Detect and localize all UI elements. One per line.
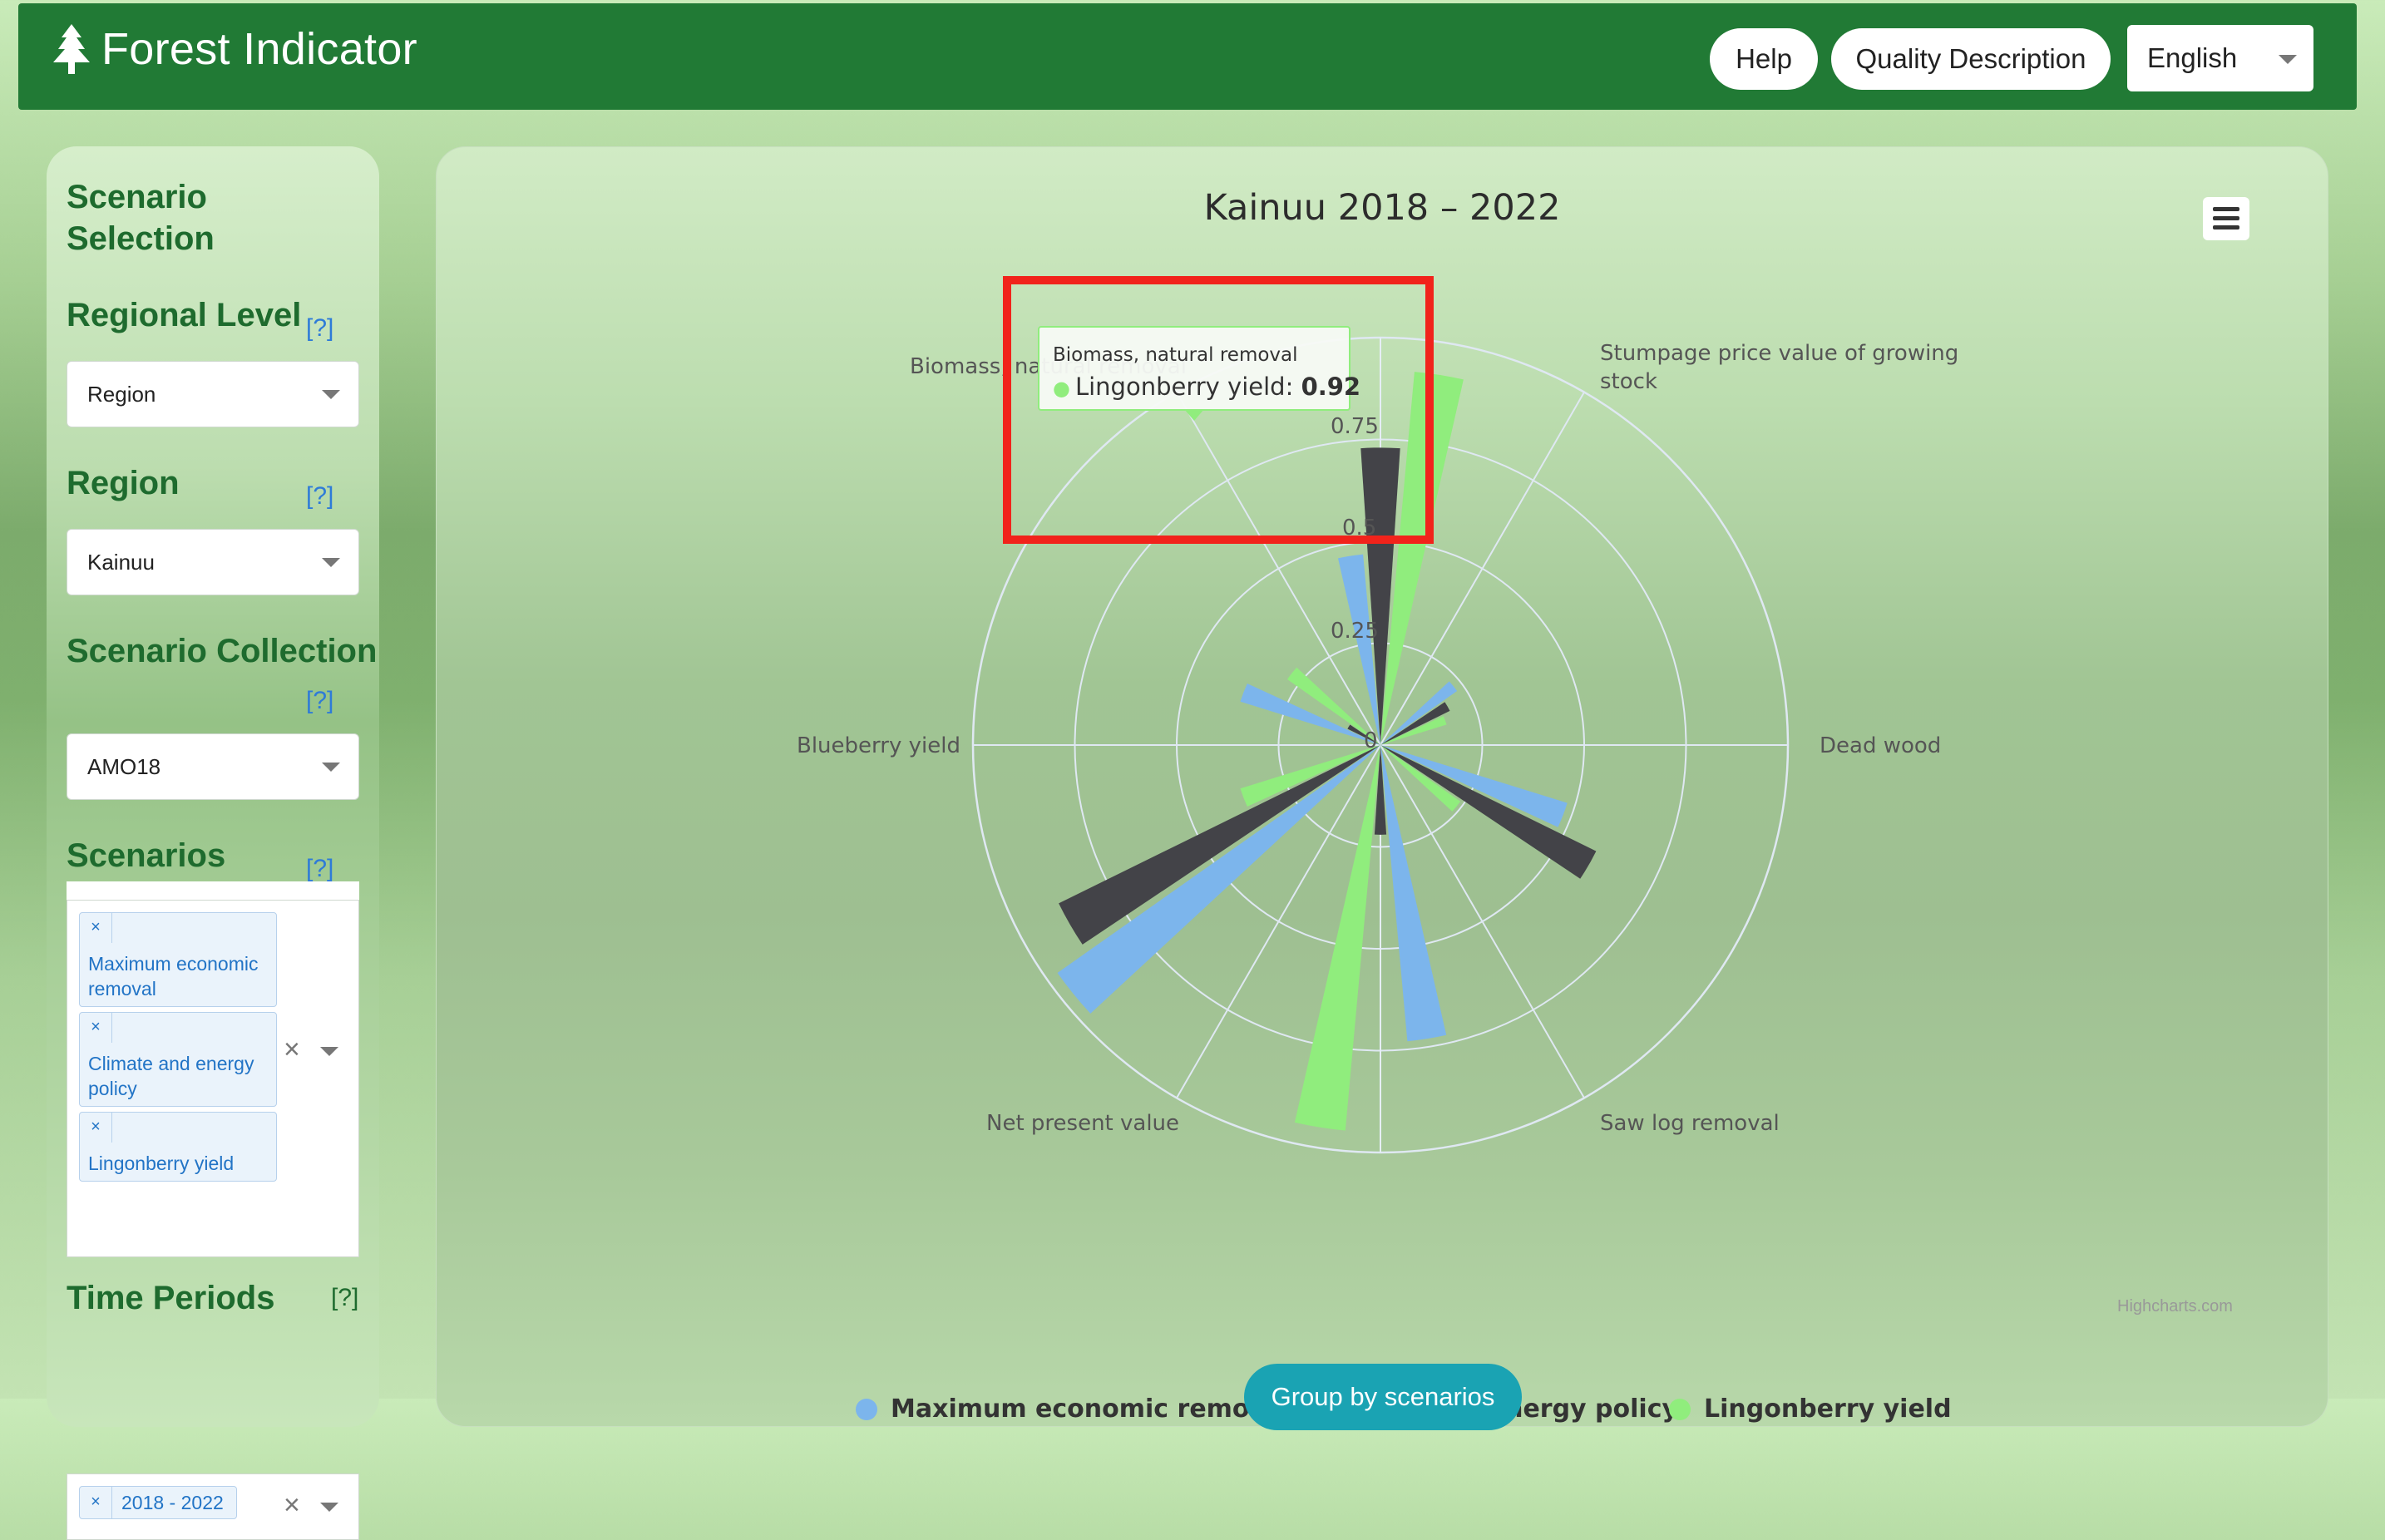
brand[interactable]: Forest Indicator [52, 23, 417, 75]
scenarios-label: Scenarios [67, 837, 226, 874]
axis-label-category-3: Saw log removal [1600, 1111, 1780, 1136]
regional-level-help-link[interactable]: [?] [306, 314, 333, 343]
help-button[interactable]: Help [1710, 28, 1818, 90]
scenarios-help-link[interactable]: [?] [306, 855, 333, 883]
clear-selection-icon[interactable]: × [284, 1489, 300, 1522]
top-navbar: Forest Indicator Help Quality Descriptio… [18, 3, 2357, 110]
group-by-scenarios-button[interactable]: Group by scenarios [1244, 1364, 1522, 1430]
legend-dot [856, 1398, 877, 1420]
radial-tick-1: 0.25 [1331, 619, 1379, 644]
axis-label-category-2: Dead wood [1820, 733, 1942, 758]
scenario-chip[interactable]: × Maximum economic removal [79, 912, 277, 1007]
chip-remove-icon[interactable]: × [80, 1013, 112, 1043]
chip-remove-icon[interactable]: × [80, 1487, 112, 1518]
highlight-annotation [1003, 276, 1434, 544]
time-periods-label: Time Periods [67, 1280, 275, 1316]
chart-menu-button[interactable] [2203, 197, 2249, 240]
scenario-collection-label: Scenario Collection [67, 633, 378, 669]
chevron-down-icon [322, 558, 340, 567]
time-period-chip[interactable]: × 2018 - 2022 [79, 1486, 237, 1519]
chart-title: Kainuu 2018 – 2022 [1203, 187, 1561, 229]
time-periods-multiselect[interactable]: × 2018 - 2022 × [67, 1473, 359, 1540]
scenario-chip[interactable]: × Climate and energy policy [79, 1012, 277, 1107]
scenario-chip[interactable]: × Lingonberry yield [79, 1112, 277, 1182]
chevron-down-icon[interactable] [320, 1503, 338, 1512]
legend-item-series-0[interactable]: Maximum economic removal [856, 1394, 1291, 1424]
radial-tick-0: 0 [1364, 728, 1378, 753]
scenarios-multiselect[interactable]: × Maximum economic removal × Climate and… [67, 900, 359, 1257]
highcharts-credit[interactable]: Highcharts.com [2117, 1297, 2233, 1316]
region-select[interactable]: Kainuu [67, 529, 359, 595]
chip-remove-icon[interactable]: × [80, 913, 112, 943]
axis-label-category-1: Stumpage price value of growing stock [1600, 341, 1959, 394]
regional-level-select[interactable]: Region [67, 361, 359, 427]
chip-remove-icon[interactable]: × [80, 1113, 112, 1143]
quality-description-button[interactable]: Quality Description [1831, 28, 2111, 90]
axis-label-category-4: Net present value [986, 1111, 1180, 1136]
time-periods-help-link[interactable]: [?] [331, 1284, 358, 1312]
chevron-down-icon [322, 390, 340, 399]
panel-heading: Scenario Selection [67, 179, 215, 257]
language-value: English [2147, 42, 2238, 73]
scenarios-box-top [67, 881, 359, 900]
chevron-down-icon [322, 763, 340, 772]
region-label: Region [67, 465, 180, 501]
legend-item-series-2[interactable]: Lingonberry yield [1669, 1394, 1952, 1424]
scenario-selection-panel: Scenario Selection Regional Level [?] Re… [47, 146, 379, 1540]
region-help-link[interactable]: [?] [306, 482, 333, 511]
language-select[interactable]: English [2127, 25, 2313, 91]
legend-dot [1669, 1398, 1691, 1420]
axis-label-category-5: Blueberry yield [797, 733, 960, 758]
chevron-down-icon[interactable] [320, 1047, 338, 1056]
scenario-collection-help-link[interactable]: [?] [306, 687, 333, 715]
hamburger-icon [2213, 207, 2239, 211]
chevron-down-icon [2279, 55, 2297, 64]
scenario-collection-select[interactable]: AMO18 [67, 733, 359, 800]
app-title: Forest Indicator [101, 24, 417, 74]
clear-selection-icon[interactable]: × [284, 1034, 300, 1066]
tree-icon [53, 24, 90, 74]
regional-level-label: Regional Level [67, 297, 302, 333]
